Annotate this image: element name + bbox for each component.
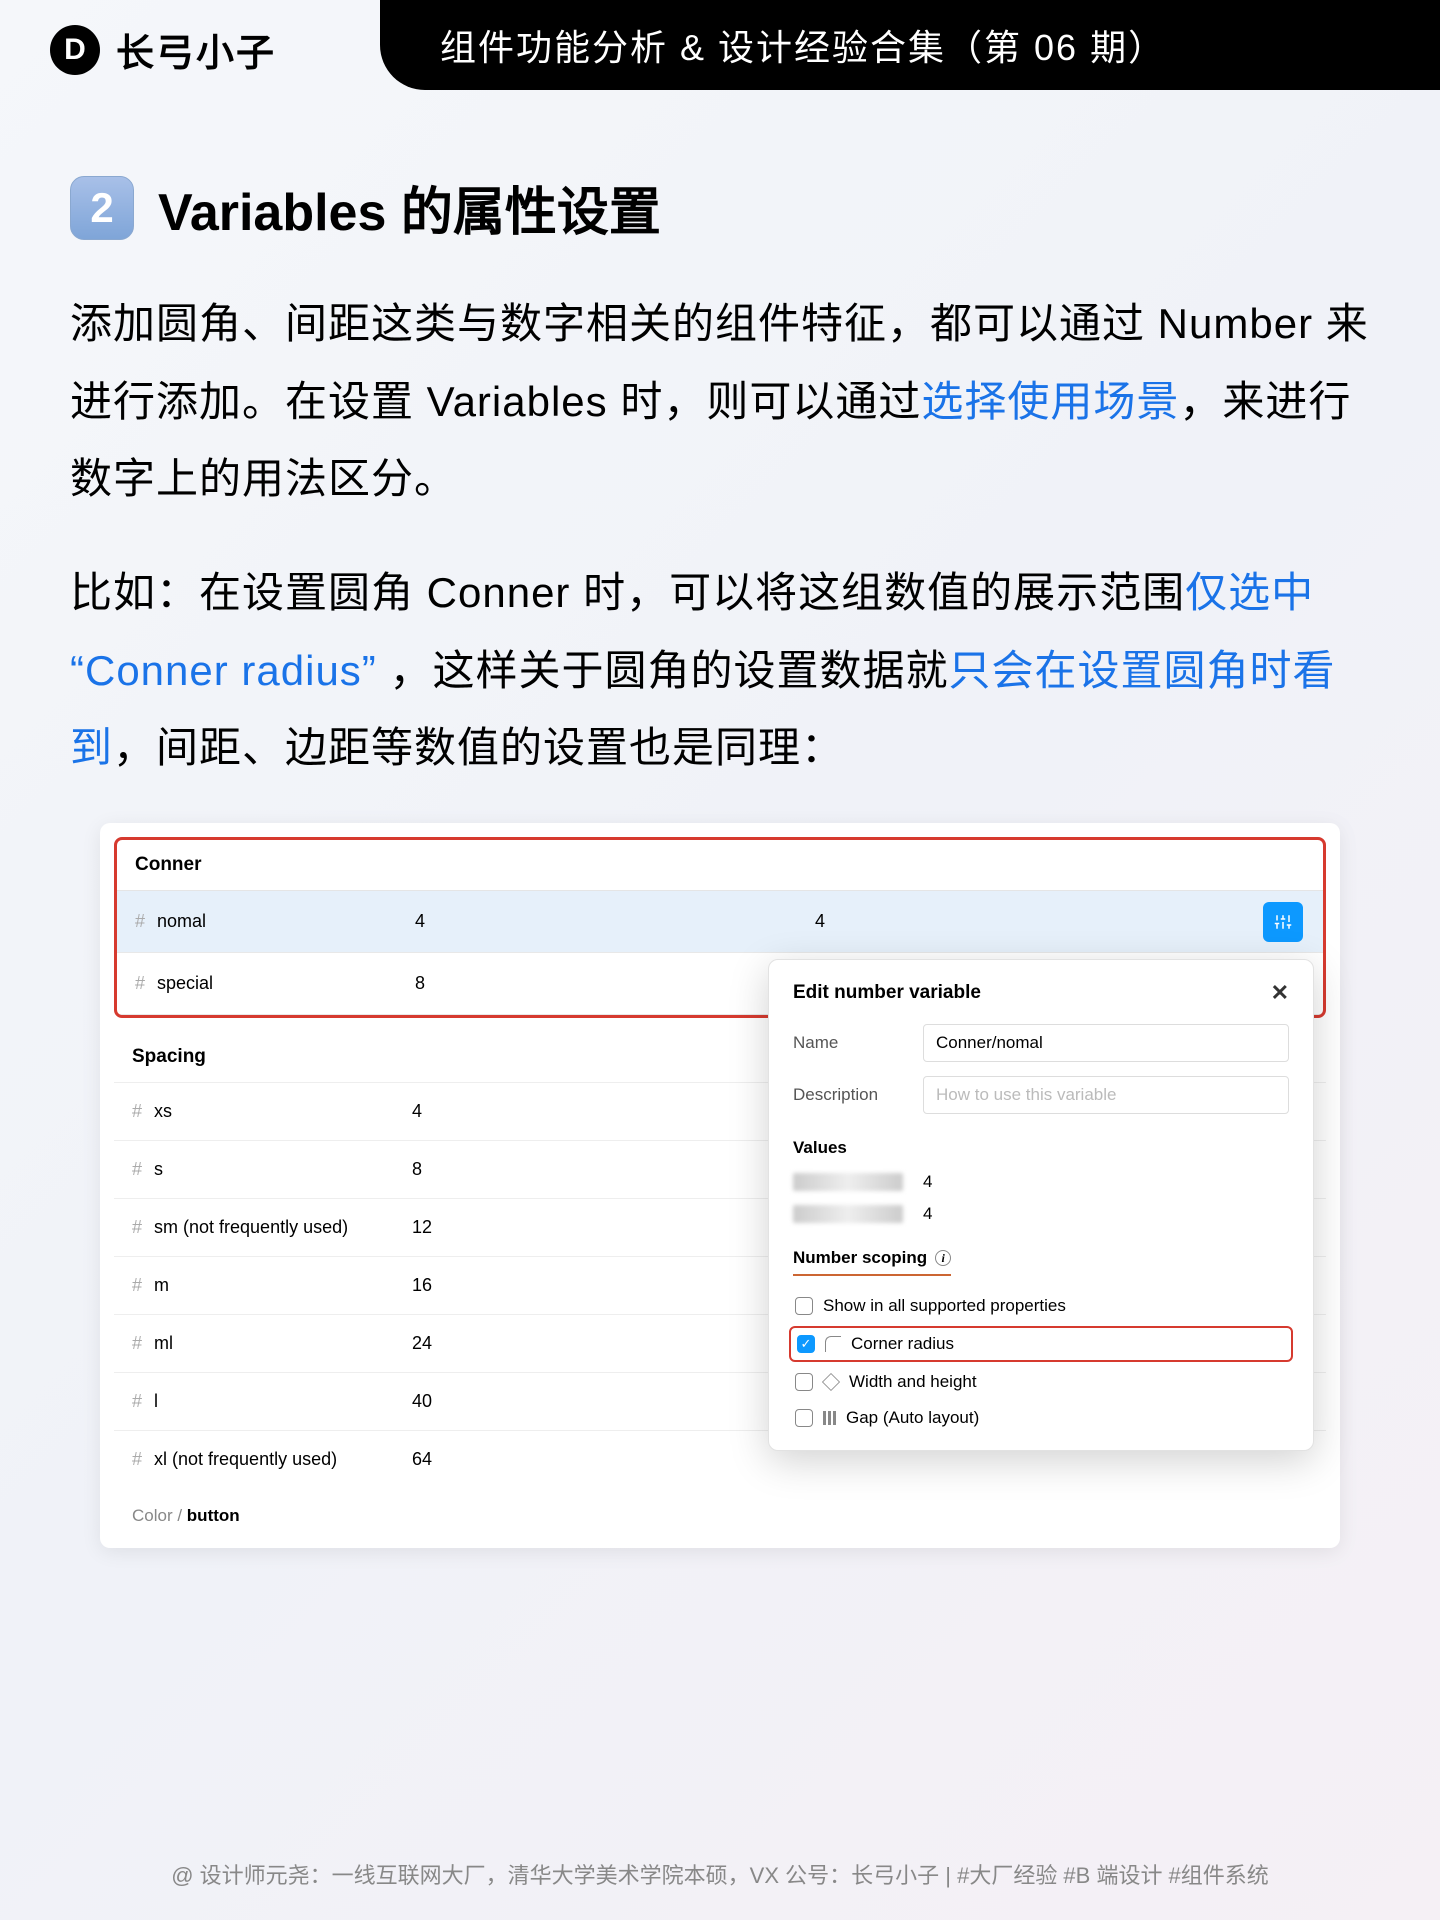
checkbox-icon[interactable]: [795, 1409, 813, 1427]
info-icon[interactable]: i: [935, 1250, 951, 1266]
description-label: Description: [793, 1085, 903, 1105]
description-input[interactable]: How to use this variable: [923, 1076, 1289, 1114]
group-header-conner: Conner: [117, 840, 1323, 891]
brand-name: 长弓小子: [116, 22, 276, 77]
edit-variable-popover: Edit number variable ✕ Name Conner/nomal…: [768, 959, 1314, 1451]
name-field-row: Name Conner/nomal: [793, 1024, 1289, 1062]
value-row-2: 4: [793, 1204, 1289, 1224]
section-title: Variables 的属性设置: [158, 170, 661, 245]
value-input[interactable]: 4: [923, 1172, 932, 1192]
scope-option-width-height[interactable]: Width and height: [793, 1364, 1289, 1400]
scope-option-all[interactable]: Show in all supported properties: [793, 1288, 1289, 1324]
mode-label-blurred: [793, 1173, 903, 1191]
hash-icon: #: [132, 1449, 142, 1470]
paragraph-2: 比如：在设置圆角 Conner 时，可以将这组数值的展示范围仅选中 “Conne…: [70, 554, 1370, 787]
description-field-row: Description How to use this variable: [793, 1076, 1289, 1114]
checkbox-icon[interactable]: ✓: [797, 1335, 815, 1353]
hash-icon: #: [132, 1101, 142, 1122]
variable-name: nomal: [157, 911, 206, 932]
highlight-text: 选择使用场景: [921, 378, 1179, 425]
hash-icon: #: [135, 973, 145, 994]
checkbox-icon[interactable]: [795, 1297, 813, 1315]
figma-screenshot-panel: Conner # nomal 4 4 # special: [100, 823, 1340, 1548]
breadcrumb: Color / button: [114, 1488, 1326, 1534]
variable-name: special: [157, 973, 213, 994]
values-heading: Values: [793, 1138, 1289, 1158]
brand: D 长弓小子: [50, 22, 276, 77]
variable-value-1: 8: [415, 973, 815, 994]
hash-icon: #: [132, 1275, 142, 1296]
mode-label-blurred: [793, 1205, 903, 1223]
edit-variable-button[interactable]: [1263, 902, 1303, 942]
width-height-icon: [822, 1373, 840, 1391]
value-row-1: 4: [793, 1172, 1289, 1192]
popover-title: Edit number variable: [793, 982, 981, 1004]
variable-value-2: 4: [815, 911, 1263, 932]
name-input[interactable]: Conner/nomal: [923, 1024, 1289, 1062]
corner-radius-icon: [825, 1336, 841, 1352]
hash-icon: #: [132, 1217, 142, 1238]
variable-value-1: 4: [415, 911, 815, 932]
brand-logo-icon: D: [50, 25, 100, 75]
header-title: 组件功能分析 & 设计经验合集（第 06 期）: [440, 19, 1166, 71]
hash-icon: #: [135, 911, 145, 932]
page-footer: @ 设计师元尧：一线互联网大厂，清华大学美术学院本硕，VX 公号：长弓小子 | …: [0, 1858, 1440, 1890]
hash-icon: #: [132, 1391, 142, 1412]
hash-icon: #: [132, 1159, 142, 1180]
paragraph-1: 添加圆角、间距这类与数字相关的组件特征，都可以通过 Number 来进行添加。在…: [70, 285, 1370, 518]
value-input[interactable]: 4: [923, 1204, 932, 1224]
scope-option-corner-radius[interactable]: ✓ Corner radius: [789, 1326, 1293, 1362]
article-body: 2 Variables 的属性设置 添加圆角、间距这类与数字相关的组件特征，都可…: [0, 90, 1440, 1548]
badge-number-icon: 2: [70, 176, 134, 240]
close-icon[interactable]: ✕: [1271, 980, 1289, 1006]
page-header: D 长弓小子 组件功能分析 & 设计经验合集（第 06 期）: [0, 0, 1440, 90]
section-heading: 2 Variables 的属性设置: [70, 170, 1370, 245]
header-title-bar: 组件功能分析 & 设计经验合集（第 06 期）: [380, 0, 1440, 90]
variable-row-nomal[interactable]: # nomal 4 4: [117, 891, 1323, 953]
scoping-heading: Number scoping i: [793, 1248, 951, 1276]
name-label: Name: [793, 1033, 903, 1053]
gap-icon: [823, 1411, 836, 1425]
hash-icon: #: [132, 1333, 142, 1354]
checkbox-icon[interactable]: [795, 1373, 813, 1391]
scope-option-gap[interactable]: Gap (Auto layout): [793, 1400, 1289, 1436]
